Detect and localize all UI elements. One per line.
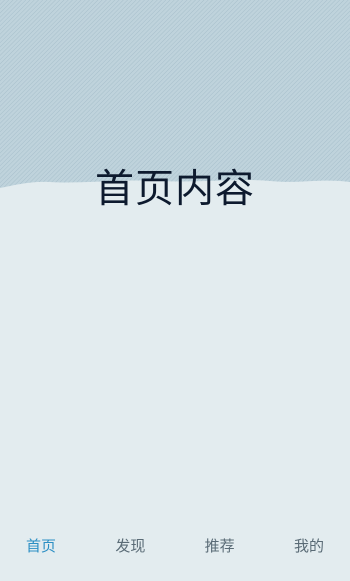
tab-mine[interactable]: 我的 bbox=[294, 536, 324, 556]
bottom-tab-bar: 首页 发现 推荐 我的 bbox=[0, 511, 350, 581]
tab-discover[interactable]: 发现 bbox=[115, 536, 145, 556]
tab-recommend[interactable]: 推荐 bbox=[205, 536, 235, 556]
tab-home[interactable]: 首页 bbox=[26, 536, 56, 556]
page-title: 首页内容 bbox=[94, 167, 255, 212]
app-screen: 首页内容 首页 发现 推荐 我的 bbox=[0, 0, 350, 581]
